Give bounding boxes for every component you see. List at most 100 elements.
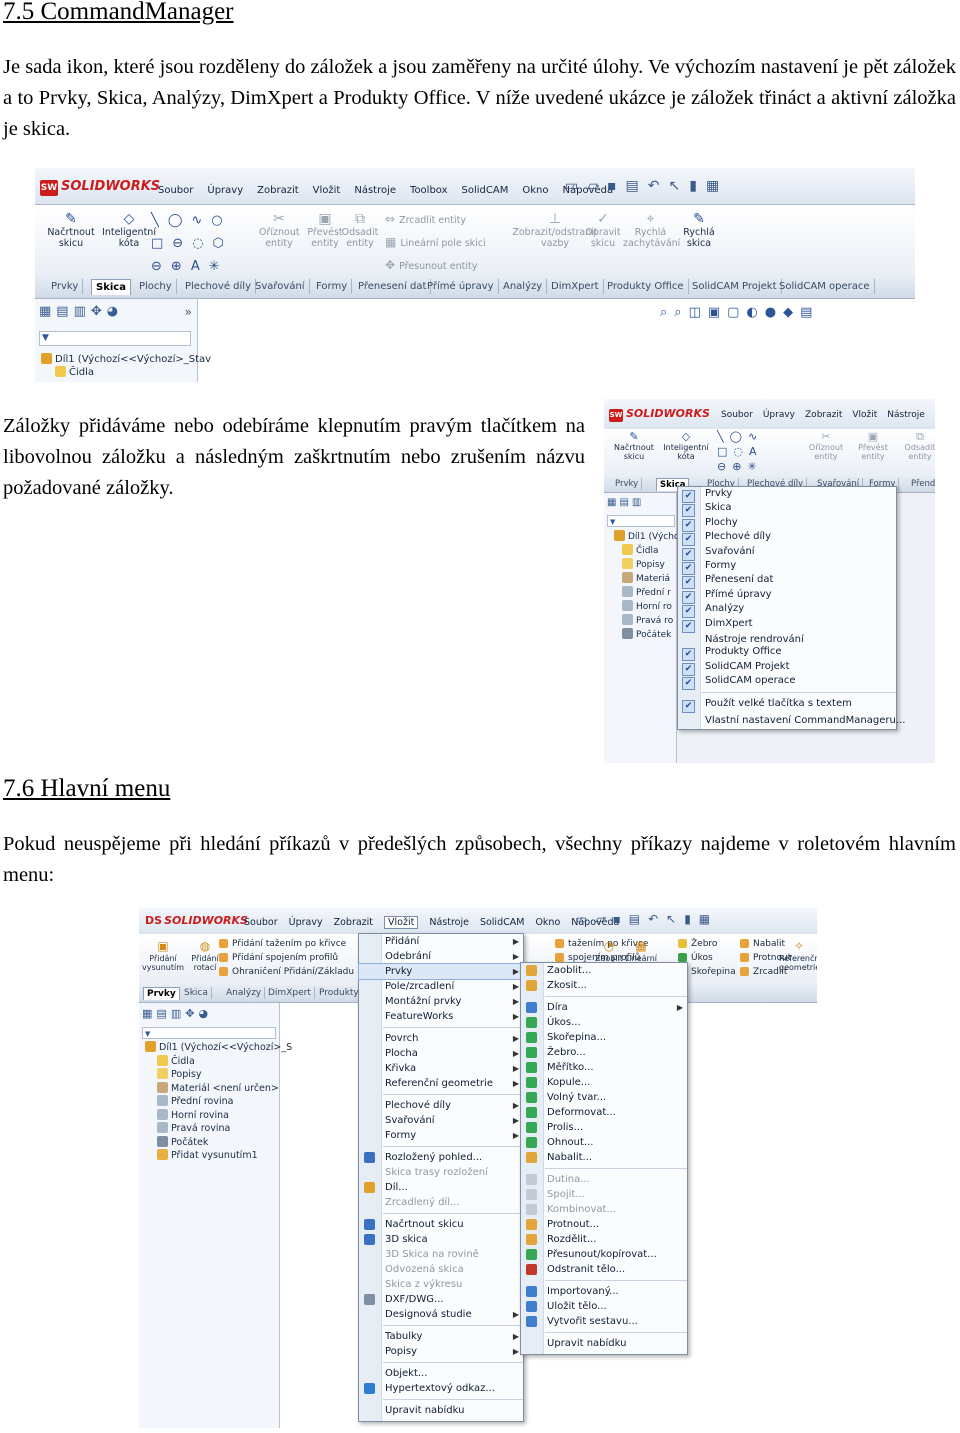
menu-item-rozlozeny-pohled[interactable]: Rozložený pohled... <box>359 1150 523 1165</box>
menu-item-vytvorit-sestavu[interactable]: Vytvořit sestavu... <box>521 1314 687 1329</box>
tab-dimxpert[interactable]: DimXpert <box>547 279 604 294</box>
text-icon[interactable]: A <box>191 259 209 274</box>
menu-item-pridani[interactable]: Přidání ▶ <box>359 934 523 949</box>
save-icon[interactable]: ▪ <box>613 912 629 926</box>
tree-item[interactable]: Horní ro <box>614 600 679 614</box>
ribbon-button-odsadit-entity[interactable]: ⧉ Odsadit entity <box>894 431 935 462</box>
menu-item-upravit-nabidku[interactable]: Upravit nabídku <box>359 1403 523 1418</box>
ribbon-button-opravit-skicu[interactable]: ✓ Opravit skicu <box>583 211 623 249</box>
tab-svarovani[interactable]: Svařování <box>251 279 310 294</box>
menu-item-popisy[interactable]: Popisy ▶ <box>359 1344 523 1359</box>
menu-item-tabulky[interactable]: Tabulky ▶ <box>359 1329 523 1344</box>
menu-item-odstranit-telo[interactable]: Odstranit tělo... <box>521 1262 687 1277</box>
menu-item-zaoblit[interactable]: Zaoblit... <box>521 963 687 978</box>
ribbon-button-prevest-entity[interactable]: ▣ Převést entity <box>847 431 899 462</box>
tab-prend[interactable]: Přend <box>908 478 935 490</box>
text-icon[interactable]: A <box>749 445 763 458</box>
featuremanager-icon[interactable]: ▦ <box>142 1007 156 1020</box>
ribbon-button-presunout-entity[interactable]: ✥ Přesunout entity <box>385 259 477 272</box>
ribbon-item-pridani-spojenim-profilu[interactable]: Přidání spojením profilů <box>219 951 354 965</box>
menu-item-okno[interactable]: Okno <box>535 917 560 928</box>
menu-item-volny-tvar[interactable]: Volný tvar... <box>521 1090 687 1105</box>
display-icon[interactable]: ◕ <box>107 304 123 319</box>
tree-item[interactable]: Přední rovina <box>145 1095 292 1109</box>
tab-prvky[interactable]: Prvky <box>612 478 643 490</box>
menu-item-ohnout[interactable]: Ohnout... <box>521 1135 687 1150</box>
ellipse-icon[interactable]: ◌ <box>733 445 749 458</box>
select-icon[interactable]: ↖ <box>666 912 684 926</box>
scene-icon[interactable]: ◆ <box>783 305 800 320</box>
centerline-icon[interactable]: ⊖ <box>717 460 732 473</box>
menu-item-dutina[interactable]: Dutina... <box>521 1172 687 1187</box>
menu-item-zrcadleny-dil[interactable]: Zrcadlený díl... <box>359 1195 523 1210</box>
menu-item-zebro[interactable]: Žebro... <box>521 1045 687 1060</box>
featuremanager-icon[interactable]: ▦ <box>607 497 619 508</box>
ribbon-button-referencni-geometrie[interactable]: ✧Referenční geometrie <box>779 938 817 972</box>
propertymanager-icon[interactable]: ▤ <box>619 497 631 508</box>
tree-item[interactable]: Čidla <box>614 544 679 558</box>
context-menu-item-vlastni-nastaveni-commandmanageru[interactable]: Vlastní nastavení CommandManageru... <box>678 712 905 726</box>
context-menu-item-prvky[interactable]: ✔ Prvky <box>678 487 896 503</box>
ribbon-button-linearni-pole-skici[interactable]: ▦ Lineární pole skici <box>385 236 486 249</box>
menu-item-featureworks[interactable]: FeatureWorks ▶ <box>359 1009 523 1024</box>
menu-item-3d-skica[interactable]: 3D skica <box>359 1232 523 1247</box>
rectangle-icon[interactable]: □ <box>717 445 733 458</box>
configuration-icon[interactable]: ▥ <box>74 304 91 319</box>
section-view-icon[interactable]: ◫ <box>689 305 708 320</box>
filter-field[interactable]: ▼ <box>39 331 191 346</box>
rectangle-icon[interactable]: □ <box>151 236 172 251</box>
options-icon[interactable]: ▦ <box>699 912 718 926</box>
menu-item-upravy[interactable]: Úpravy <box>763 410 795 420</box>
menu-item-skica-trasy-rozlozeni[interactable]: Skica trasy rozložení <box>359 1165 523 1180</box>
tab-skica[interactable]: Skica <box>181 987 212 999</box>
centerpoint-icon[interactable]: ⊕ <box>171 259 191 274</box>
menu-item-deformovat[interactable]: Deformovat... <box>521 1105 687 1120</box>
menu-item-nastroje[interactable]: Nástroje <box>429 917 469 928</box>
menu-item-solidcam[interactable]: SolidCAM <box>462 185 509 196</box>
context-menu-item-plochy[interactable]: ✔ Plochy <box>678 516 896 532</box>
undo-icon[interactable]: ↶ <box>648 912 666 926</box>
menu-item-plocha[interactable]: Plocha ▶ <box>359 1046 523 1061</box>
tree-item[interactable]: Materiál <není určen> <box>145 1081 292 1096</box>
save-icon[interactable]: ▪ <box>607 178 626 194</box>
menu-item-upravy[interactable]: Úpravy <box>289 917 323 928</box>
configuration-icon[interactable]: ▥ <box>632 497 644 508</box>
view-settings-icon[interactable]: ▤ <box>800 305 819 320</box>
new-icon[interactable]: ▭ <box>576 912 595 926</box>
menu-item-referencni-geometrie[interactable]: Referenční geometrie ▶ <box>359 1076 523 1091</box>
menu-item-plechove-dily[interactable]: Plechové díly ▶ <box>359 1098 523 1113</box>
menu-item-zobrazit[interactable]: Zobrazit <box>334 917 373 928</box>
menu-item-skorepina[interactable]: Skořepina... <box>521 1030 687 1045</box>
context-menu-item-solidcam-operace[interactable]: ✔ SolidCAM operace <box>678 674 896 691</box>
context-menu-item-solidcam-projekt[interactable]: ✔ SolidCAM Projekt <box>678 660 896 676</box>
menu-item-soubor[interactable]: Soubor <box>158 185 193 196</box>
menu-item-pole-zrcadleni[interactable]: Pole/zrcadlení ▶ <box>359 979 523 994</box>
tree-item[interactable]: Díl1 (Výcho <box>614 530 679 544</box>
tree-item[interactable]: Díl1 (Výchozí<<Výchozí>_S <box>145 1041 292 1055</box>
ribbon-button-odsadit-entity[interactable]: ⧉ Odsadit entity <box>340 211 380 249</box>
hide-show-icon[interactable]: ◐ <box>746 305 764 320</box>
expand-chevron-icon[interactable]: » <box>185 305 192 319</box>
select-icon[interactable]: ↖ <box>668 178 689 194</box>
menu-item-importovany[interactable]: Importovaný... <box>521 1284 687 1299</box>
display-style-icon[interactable]: ▢ <box>727 305 746 320</box>
menu-item-vlozit[interactable]: Vložit <box>384 916 419 929</box>
tree-item[interactable]: Popisy <box>145 1068 292 1082</box>
print-icon[interactable]: ▤ <box>626 178 648 194</box>
tree-item[interactable]: Popisy <box>614 558 679 572</box>
menu-item-toolbox[interactable]: Toolbox <box>410 185 448 196</box>
tab-prvky[interactable]: Prvky <box>143 987 180 1000</box>
context-menu-item-skica[interactable]: ✔ Skica <box>678 501 896 518</box>
context-menu-item-dimxpert[interactable]: ✔ DimXpert <box>678 617 896 633</box>
menu-item-ulozit-telo[interactable]: Uložit tělo... <box>521 1299 687 1314</box>
menu-item-protnout[interactable]: Protnout... <box>521 1217 687 1232</box>
ribbon-button-zrcadlit-entity[interactable]: ⇔ Zrcadlit entity <box>385 213 466 226</box>
tab-solidcam-projekt[interactable]: SolidCAM Projekt <box>688 279 782 294</box>
menu-item-odebrani[interactable]: Odebrání ▶ <box>359 949 523 964</box>
menu-item-skica-z-vykresu[interactable]: Skica z výkresu <box>359 1277 523 1292</box>
circle-icon[interactable]: ◯ <box>168 213 192 228</box>
zoom-fit-icon[interactable]: ⌕ <box>660 305 674 320</box>
view-orientation-icon[interactable]: ▣ <box>708 305 727 320</box>
menu-item-kopule[interactable]: Kopule... <box>521 1075 687 1090</box>
tab-produkty-office[interactable]: Produkty Office <box>603 279 689 294</box>
